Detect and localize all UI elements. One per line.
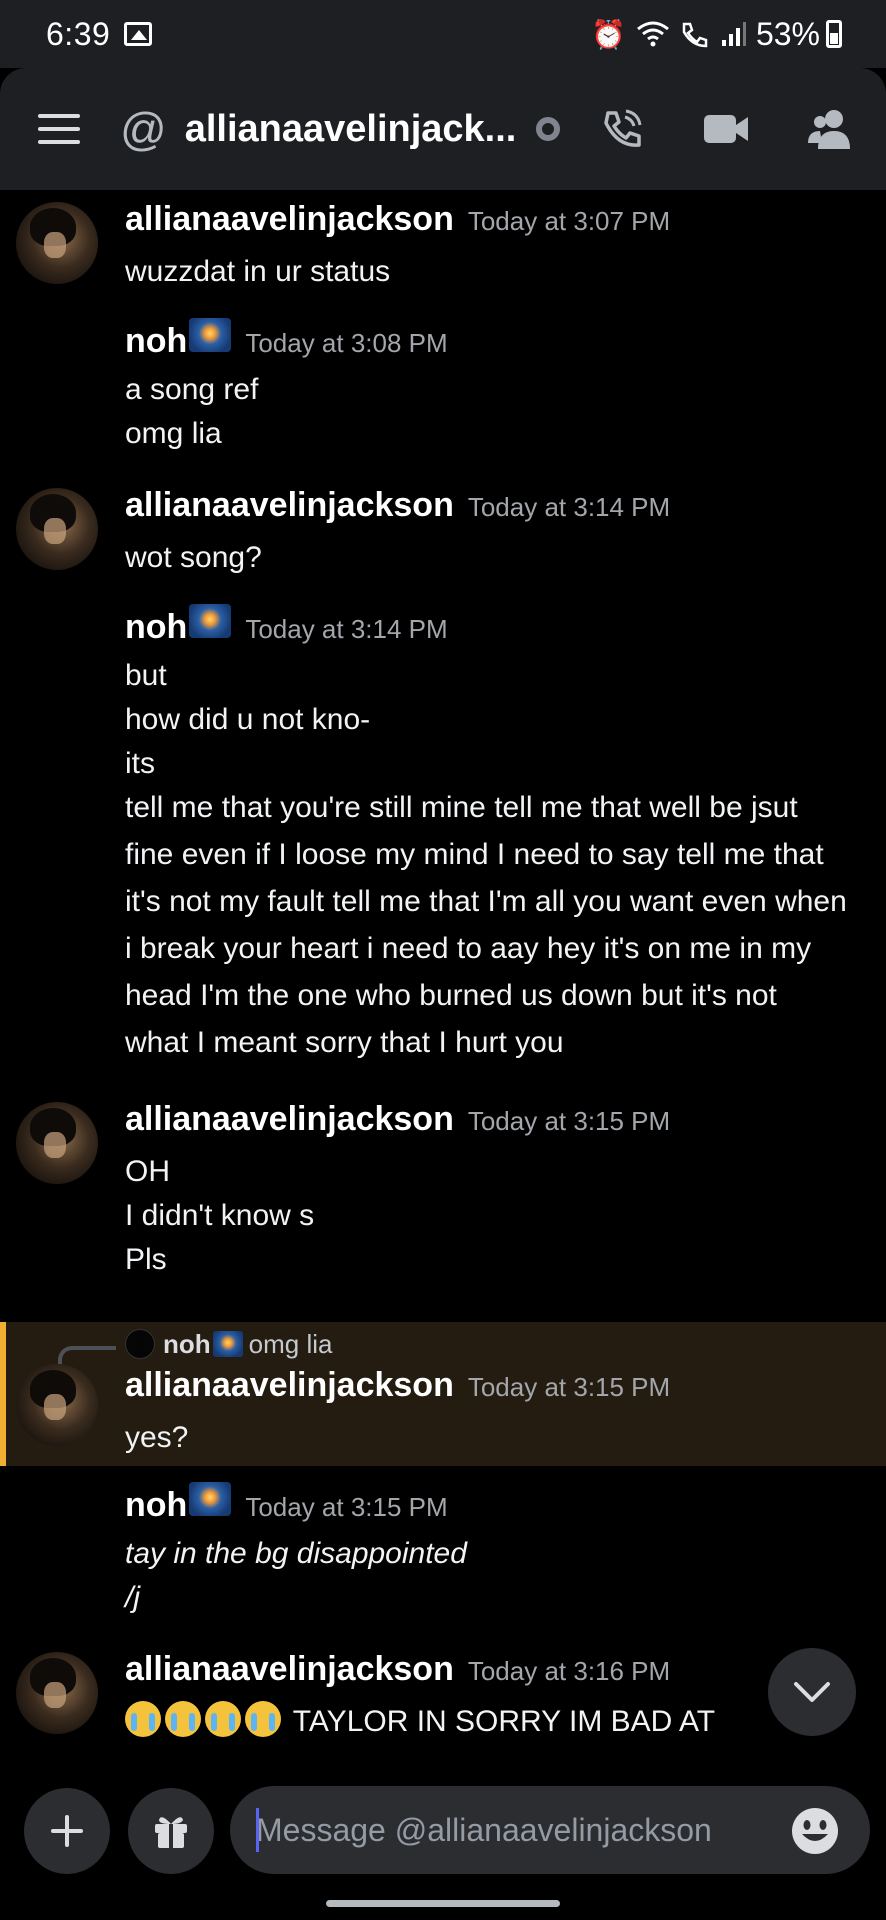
message[interactable]: noh Today at 3:15 PM tay in the bg disap… xyxy=(0,1482,886,1620)
message-timestamp: Today at 3:08 PM xyxy=(245,328,448,358)
plus-icon xyxy=(51,1815,83,1847)
message-text: OH xyxy=(125,1155,170,1188)
avatar[interactable] xyxy=(16,1102,98,1184)
loudly-crying-emoji-icon xyxy=(205,1701,241,1737)
message[interactable]: allianaavelinjackson Today at 3:14 PM wo… xyxy=(0,486,886,580)
composer xyxy=(0,1770,886,1920)
message-input[interactable] xyxy=(230,1786,870,1874)
reply-spine xyxy=(58,1346,116,1364)
fireworks-emoji-icon xyxy=(189,604,232,638)
fireworks-emoji-icon xyxy=(212,1331,243,1357)
text-caret xyxy=(256,1808,259,1852)
message-text: tay in the bg disappointed xyxy=(125,1537,467,1570)
avatar[interactable] xyxy=(16,1364,98,1446)
gesture-nav-handle[interactable] xyxy=(326,1900,560,1907)
message[interactable]: noh Today at 3:14 PM but how did u not k… xyxy=(0,604,886,1066)
message-author[interactable]: allianaavelinjackson xyxy=(125,200,454,239)
wifi-icon xyxy=(637,21,669,47)
message-author[interactable]: noh xyxy=(125,322,187,361)
message-timestamp: Today at 3:14 PM xyxy=(245,614,448,644)
message-text: yes? xyxy=(125,1421,189,1454)
message-text: /j xyxy=(125,1581,140,1614)
avatar[interactable] xyxy=(16,202,98,284)
message-text: I didn't know s xyxy=(125,1199,315,1232)
reply-text: omg lia xyxy=(248,1328,333,1359)
message-author[interactable]: allianaavelinjackson xyxy=(125,1366,454,1405)
battery-percent: 53% xyxy=(755,15,820,52)
message-text: TAYLOR IN SORRY IM BAD AT xyxy=(125,1700,866,1744)
message-author[interactable]: allianaavelinjackson xyxy=(125,486,454,525)
call-icon[interactable] xyxy=(596,103,648,155)
gallery-icon xyxy=(124,22,153,46)
message-text: wot song? xyxy=(125,541,262,574)
message-timestamp: Today at 3:14 PM xyxy=(467,492,671,522)
loudly-crying-emoji-icon xyxy=(245,1701,281,1737)
jump-to-present-button[interactable] xyxy=(768,1648,856,1736)
gift-button[interactable] xyxy=(128,1788,214,1874)
status-icon xyxy=(536,117,561,141)
message-text-content: TAYLOR IN SORRY IM BAD AT xyxy=(292,1705,716,1738)
message-text: wuzzdat in ur status xyxy=(125,255,391,288)
message-author[interactable]: noh xyxy=(125,608,187,647)
emoji-icon[interactable] xyxy=(788,1804,842,1858)
status-bar: 6:39 ⏰ 53% xyxy=(0,0,886,68)
at-icon: @ xyxy=(120,103,167,155)
message-timestamp: Today at 3:15 PM xyxy=(467,1372,671,1402)
message-timestamp: Today at 3:15 PM xyxy=(467,1106,671,1136)
message[interactable]: allianaavelinjackson Today at 3:07 PM wu… xyxy=(0,200,886,294)
members-icon[interactable] xyxy=(804,103,856,155)
message-text: Pls xyxy=(125,1243,167,1276)
message-author[interactable]: allianaavelinjackson xyxy=(125,1100,454,1139)
fireworks-emoji-icon xyxy=(189,318,232,352)
menu-icon[interactable] xyxy=(38,114,80,144)
message[interactable]: allianaavelinjackson Today at 3:15 PM OH… xyxy=(0,1100,886,1282)
channel-header: @ allianaavelinjack... xyxy=(0,68,886,190)
chevron-down-icon xyxy=(794,1682,830,1702)
message-text: a song ref xyxy=(125,373,259,406)
alarm-icon: ⏰ xyxy=(591,18,626,50)
video-icon[interactable] xyxy=(700,103,752,155)
reply-avatar xyxy=(125,1329,155,1359)
message-author[interactable]: noh xyxy=(125,1486,187,1525)
wifi-call-icon xyxy=(682,22,708,48)
clock: 6:39 xyxy=(46,15,111,52)
avatar[interactable] xyxy=(16,488,98,570)
avatar[interactable] xyxy=(16,1652,98,1734)
channel-name[interactable]: allianaavelinjack... xyxy=(185,108,517,151)
loudly-crying-emoji-icon xyxy=(125,1701,161,1737)
message[interactable]: noh Today at 3:08 PM a song ref omg lia xyxy=(0,318,886,456)
message-timestamp: Today at 3:07 PM xyxy=(467,206,671,236)
message-reply-highlight[interactable]: noh omg lia allianaavelinjackson Today a… xyxy=(0,1322,886,1466)
message-list[interactable]: allianaavelinjackson Today at 3:07 PM wu… xyxy=(0,190,886,1770)
gift-icon xyxy=(155,1817,187,1848)
message-timestamp: Today at 3:16 PM xyxy=(467,1656,671,1686)
message-text: but xyxy=(125,659,167,692)
attach-button[interactable] xyxy=(24,1788,110,1874)
battery-icon xyxy=(826,20,842,48)
message-timestamp: Today at 3:15 PM xyxy=(245,1492,448,1522)
message-text: omg lia xyxy=(125,417,222,450)
message-text: its xyxy=(125,747,155,780)
fireworks-emoji-icon xyxy=(189,1482,232,1516)
signal-icon xyxy=(721,22,746,46)
discord-dm-screen: 6:39 ⏰ 53% @ allianaavelinjack... allian xyxy=(0,0,886,1920)
message-text: tell me that you're still mine tell me t… xyxy=(125,791,847,1059)
message-author[interactable]: allianaavelinjackson xyxy=(125,1650,454,1689)
loudly-crying-emoji-icon xyxy=(165,1701,201,1737)
message[interactable]: allianaavelinjackson Today at 3:16 PM TA… xyxy=(0,1650,886,1744)
reply-author: noh xyxy=(163,1328,211,1359)
message-text: how did u not kno- xyxy=(125,703,371,736)
reply-reference[interactable]: noh omg lia xyxy=(6,1322,886,1366)
